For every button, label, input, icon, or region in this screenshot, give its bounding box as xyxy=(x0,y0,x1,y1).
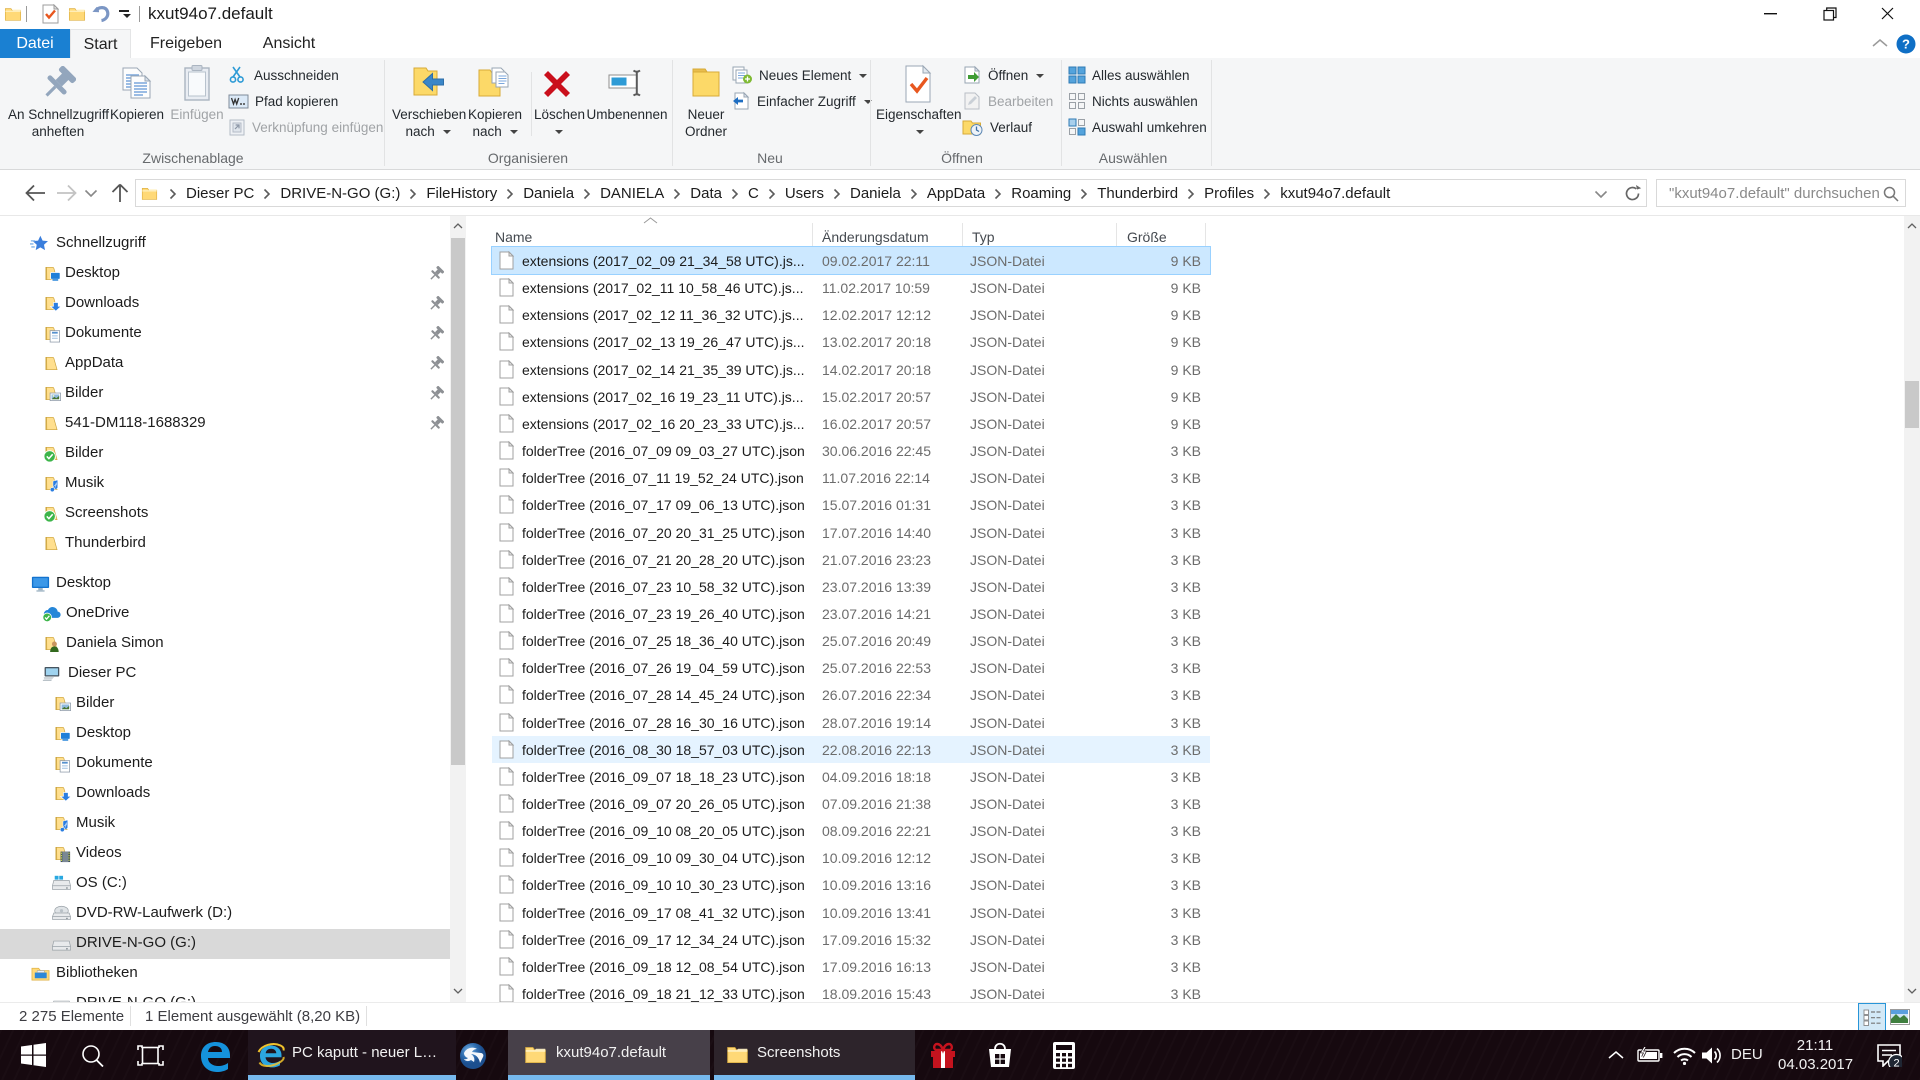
svg-text:2: 2 xyxy=(1893,1058,1899,1068)
svg-text:?: ? xyxy=(1902,37,1910,52)
